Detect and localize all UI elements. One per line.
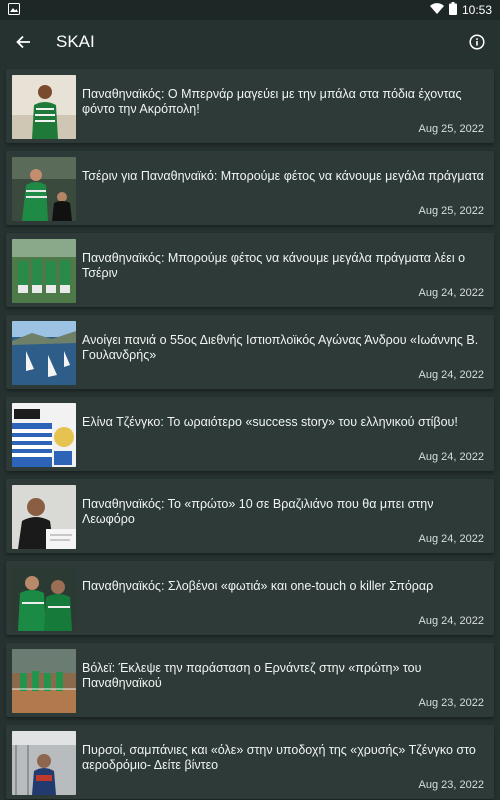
article-card[interactable]: Ανοίγει πανιά ο 55ος Διεθνής Ιστιοπλοϊκό…: [6, 315, 494, 389]
article-card[interactable]: Πυρσοί, σαμπάνιες και «όλε» στην υποδοχή…: [6, 725, 494, 799]
article-thumbnail: [12, 403, 76, 467]
article-title: Παναθηναϊκός: Ο Μπερνάρ μαγεύει με την μ…: [82, 87, 462, 116]
article-card[interactable]: Παναθηναϊκός: Μπορούμε φέτος να κάνουμε …: [6, 233, 494, 307]
gallery-notification-icon: [8, 2, 20, 18]
article-list: Παναθηναϊκός: Ο Μπερνάρ μαγεύει με την μ…: [0, 64, 500, 799]
article-title: Ελίνα Τζένγκο: Το ωραιότερο «success sto…: [82, 415, 458, 429]
article-card[interactable]: Παναθηναϊκός: Σλοβένοι «φωτιά» και one-t…: [6, 561, 494, 635]
article-title: Πυρσοί, σαμπάνιες και «όλε» στην υποδοχή…: [82, 743, 476, 772]
article-card[interactable]: Παναθηναϊκός: Ο Μπερνάρ μαγεύει με την μ…: [6, 69, 494, 143]
article-thumbnail: [12, 485, 76, 549]
article-thumbnail: [12, 731, 76, 795]
article-thumbnail: [12, 239, 76, 303]
article-title: Βόλεϊ: Έκλεψε την παράσταση ο Ερνάντεζ σ…: [82, 661, 422, 690]
article-title: Παναθηναϊκός: Σλοβένοι «φωτιά» και one-t…: [82, 579, 434, 593]
article-date: Aug 24, 2022: [418, 533, 484, 545]
article-title: Παναθηναϊκός: Το «πρώτο» 10 σε Βραζιλιάν…: [82, 497, 434, 526]
article-title: Παναθηναϊκός: Μπορούμε φέτος να κάνουμε …: [82, 251, 466, 280]
article-date: Aug 23, 2022: [418, 779, 484, 791]
article-thumbnail: [12, 157, 76, 221]
article-date: Aug 24, 2022: [418, 615, 484, 627]
article-title: Τσέριν για Παναθηναϊκό: Μπορούμε φέτος ν…: [82, 169, 484, 183]
article-thumbnail: [12, 75, 76, 139]
article-card[interactable]: Τσέριν για Παναθηναϊκό: Μπορούμε φέτος ν…: [6, 151, 494, 225]
info-icon[interactable]: [466, 31, 488, 53]
status-bar: 10:53: [0, 0, 500, 20]
app-bar: SKAI: [0, 20, 500, 64]
article-date: Aug 25, 2022: [418, 123, 484, 135]
article-thumbnail: [12, 321, 76, 385]
article-date: Aug 24, 2022: [418, 451, 484, 463]
article-title: Ανοίγει πανιά ο 55ος Διεθνής Ιστιοπλοϊκό…: [82, 333, 479, 362]
page-title: SKAI: [56, 32, 95, 51]
article-date: Aug 24, 2022: [418, 287, 484, 299]
article-date: Aug 25, 2022: [418, 205, 484, 217]
article-card[interactable]: Ελίνα Τζένγκο: Το ωραιότερο «success sto…: [6, 397, 494, 471]
wifi-icon: [429, 2, 444, 18]
article-date: Aug 23, 2022: [418, 697, 484, 709]
article-card[interactable]: Παναθηναϊκός: Το «πρώτο» 10 σε Βραζιλιάν…: [6, 479, 494, 553]
status-time: 10:53: [461, 3, 492, 17]
article-thumbnail: [12, 649, 76, 713]
battery-icon: [448, 2, 457, 18]
back-arrow-icon[interactable]: [12, 31, 34, 53]
article-date: Aug 24, 2022: [418, 369, 484, 381]
article-thumbnail: [12, 567, 76, 631]
article-card[interactable]: Βόλεϊ: Έκλεψε την παράσταση ο Ερνάντεζ σ…: [6, 643, 494, 717]
